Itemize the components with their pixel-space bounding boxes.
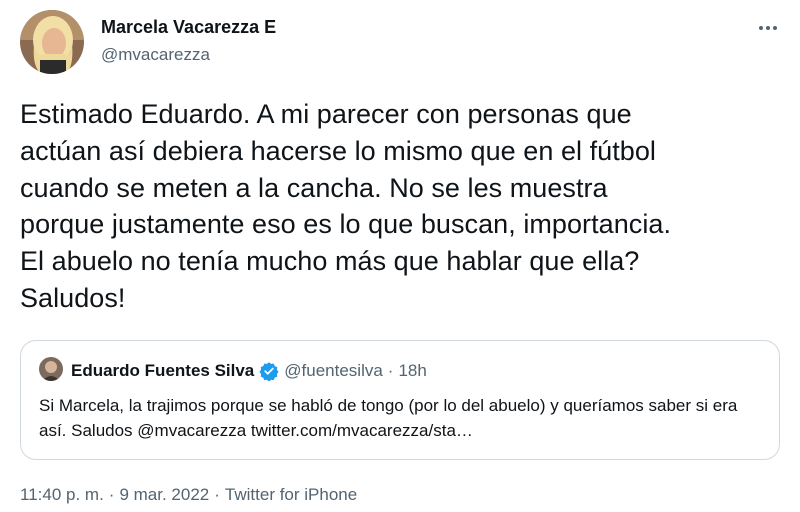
meta-separator: · xyxy=(108,485,115,504)
tweet: Marcela Vacarezza E @mvacarezza Estimado… xyxy=(0,0,800,512)
verified-badge-icon xyxy=(259,361,279,381)
more-horizontal-icon xyxy=(759,26,777,30)
quoted-header: Eduardo Fuentes Silva @fuentesilva · 18h xyxy=(71,359,427,383)
author-avatar[interactable] xyxy=(20,10,84,74)
quoted-author-handle[interactable]: @fuentesilva xyxy=(284,361,383,381)
tweet-source[interactable]: Twitter for iPhone xyxy=(225,485,357,505)
tweet-meta: 11:40 p. m. · 9 mar. 2022 · Twitter for … xyxy=(20,484,357,506)
tweet-text: Estimado Eduardo. A mi parecer con perso… xyxy=(20,99,671,313)
author-handle[interactable]: @mvacarezza xyxy=(101,44,210,66)
quoted-timestamp[interactable]: 18h xyxy=(398,361,426,381)
quoted-author-avatar[interactable] xyxy=(39,357,63,381)
tweet-time[interactable]: 11:40 p. m. xyxy=(20,485,104,505)
quoted-tweet[interactable]: Eduardo Fuentes Silva @fuentesilva · 18h… xyxy=(20,340,780,460)
tweet-date[interactable]: 9 mar. 2022 xyxy=(119,485,209,505)
quoted-separator: · xyxy=(387,361,394,380)
meta-separator: · xyxy=(214,485,220,504)
quoted-author-name[interactable]: Eduardo Fuentes Silva xyxy=(71,361,254,381)
more-options-button[interactable] xyxy=(754,14,782,42)
quoted-text: Si Marcela, la trajimos porque se habló … xyxy=(39,396,738,440)
author-name[interactable]: Marcela Vacarezza E xyxy=(101,16,276,38)
